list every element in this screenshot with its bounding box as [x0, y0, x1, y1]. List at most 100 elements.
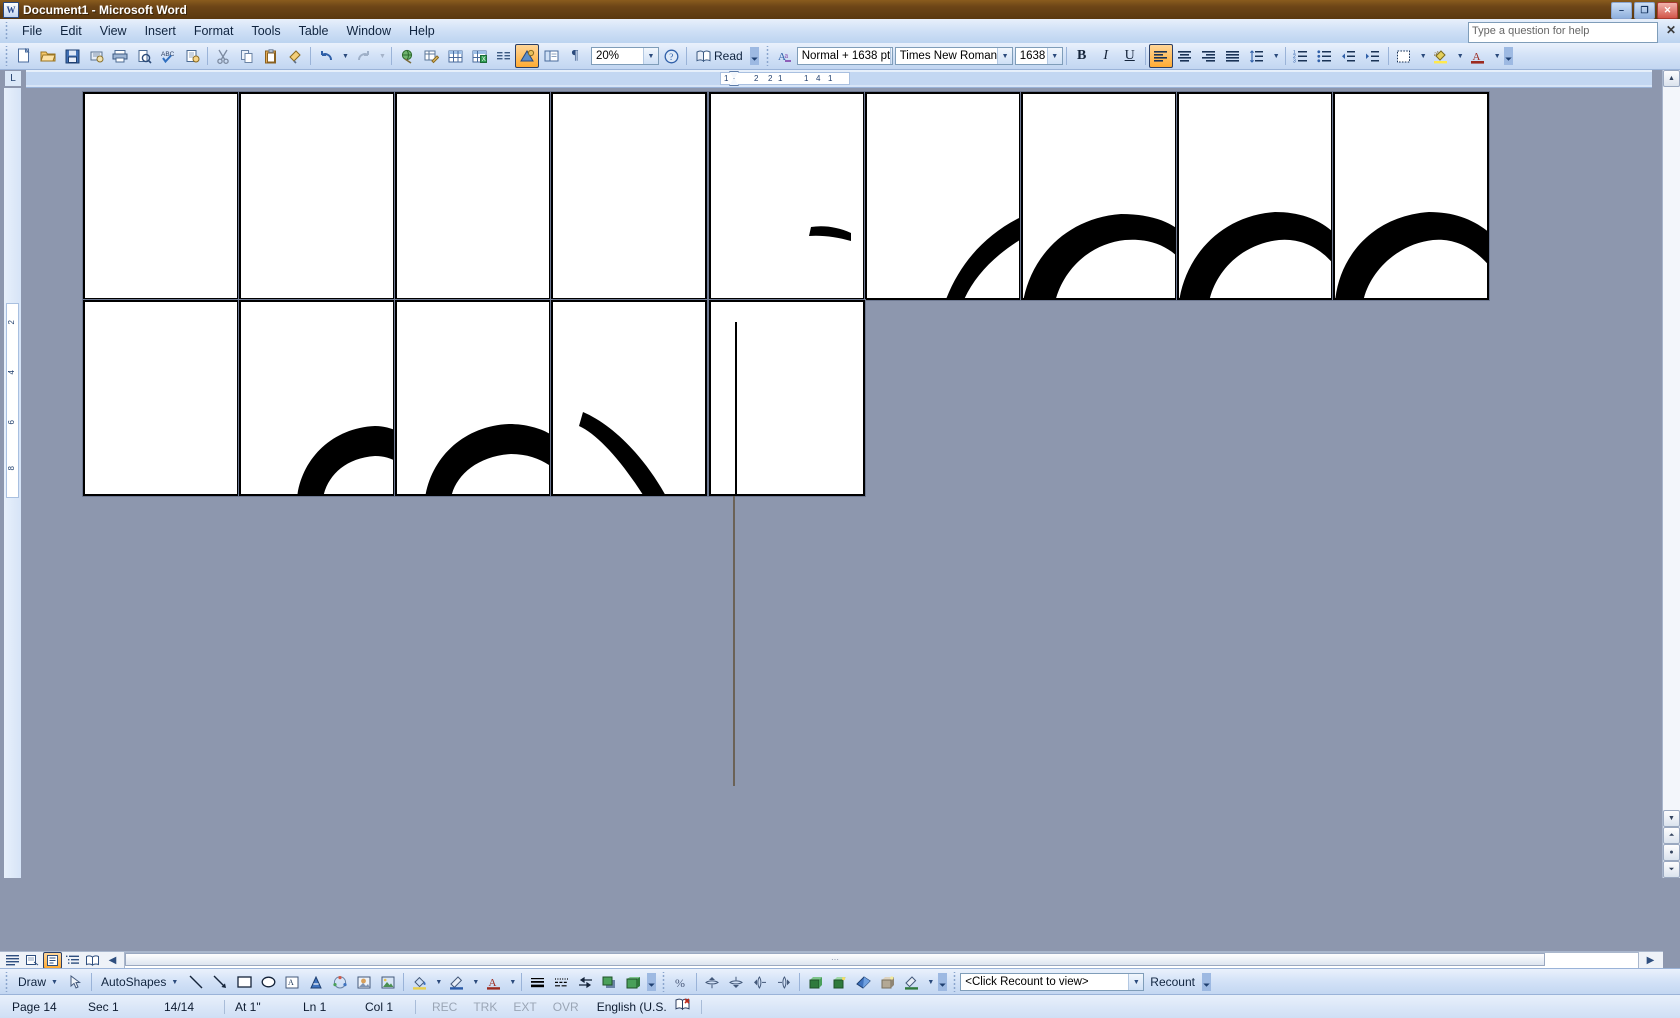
vertical-scrollbar[interactable]: ▲ ▼ ⏶ ● ⏷: [1662, 70, 1680, 878]
horizontal-scrollbar-row[interactable]: ◀ ⋯ ▶: [0, 951, 1663, 969]
columns-icon[interactable]: [491, 44, 515, 68]
show-formatting-marks-icon[interactable]: ¶: [563, 44, 587, 68]
outside-border-button[interactable]: [1392, 44, 1416, 68]
document-canvas[interactable]: [26, 88, 1652, 878]
word-count-combo[interactable]: <Click Recount to view> ▼: [960, 973, 1145, 991]
permission-icon[interactable]: [84, 44, 108, 68]
undo-dropdown-icon[interactable]: ▼: [338, 44, 351, 68]
word-count-dropdown-arrow[interactable]: ▼: [1128, 974, 1144, 990]
print-preview-icon[interactable]: [132, 44, 156, 68]
menu-edit[interactable]: Edit: [51, 21, 91, 41]
text-box-icon[interactable]: A: [280, 970, 304, 994]
3d-tilt-down-icon[interactable]: [724, 970, 748, 994]
bold-button[interactable]: B: [1070, 44, 1094, 68]
horizontal-scroll-thumb[interactable]: ⋯: [125, 953, 1545, 966]
document-page[interactable]: [83, 92, 239, 300]
standard-toolbar-options-icon[interactable]: [749, 44, 761, 68]
style-combo[interactable]: Normal + 1638 pt ▼: [796, 47, 893, 65]
font-color-button[interactable]: A: [1466, 44, 1490, 68]
document-page[interactable]: [83, 300, 239, 496]
document-page[interactable]: [709, 300, 865, 496]
numbering-button[interactable]: 123: [1289, 44, 1313, 68]
scroll-up-button[interactable]: ▲: [1663, 70, 1680, 87]
cut-icon[interactable]: [211, 44, 235, 68]
status-language[interactable]: English (U.S.: [593, 1000, 671, 1014]
3d-style-icon[interactable]: [621, 970, 645, 994]
font-size-combo[interactable]: 1638 ▼: [1014, 47, 1063, 65]
insert-picture-icon[interactable]: [376, 970, 400, 994]
document-page[interactable]: [551, 300, 707, 496]
3d-depth-icon[interactable]: [803, 970, 827, 994]
document-page[interactable]: [395, 92, 551, 300]
line-spacing-dropdown-icon[interactable]: ▼: [1269, 44, 1282, 68]
menu-bar-grip[interactable]: [2, 22, 11, 40]
align-right-button[interactable]: [1197, 44, 1221, 68]
spelling-status-icon[interactable]: [671, 998, 695, 1015]
document-page[interactable]: [239, 92, 395, 300]
read-button[interactable]: Read: [690, 45, 749, 67]
3d-toolbar-grip[interactable]: [660, 972, 668, 992]
document-page[interactable]: [1333, 92, 1489, 300]
undo-icon[interactable]: [314, 44, 338, 68]
bullets-button[interactable]: [1313, 44, 1337, 68]
open-icon[interactable]: [36, 44, 60, 68]
print-layout-view-button[interactable]: [43, 952, 62, 969]
font-name-dropdown-arrow[interactable]: ▼: [997, 48, 1012, 64]
line-spacing-button[interactable]: [1245, 44, 1269, 68]
menu-file[interactable]: File: [13, 21, 51, 41]
next-page-button[interactable]: ⏷: [1663, 861, 1680, 878]
document-page[interactable]: [1021, 92, 1177, 300]
status-at[interactable]: At 1": [231, 1000, 281, 1014]
status-ovr[interactable]: OVR: [549, 1000, 583, 1014]
decrease-indent-button[interactable]: [1337, 44, 1361, 68]
3d-color-icon[interactable]: [899, 970, 923, 994]
line-icon[interactable]: [184, 970, 208, 994]
3d-tilt-right-icon[interactable]: [772, 970, 796, 994]
3d-tilt-left-icon[interactable]: [748, 970, 772, 994]
document-page[interactable]: [865, 92, 1021, 300]
maximize-button[interactable]: ❐: [1634, 2, 1655, 19]
insert-hyperlink-icon[interactable]: [395, 44, 419, 68]
document-page[interactable]: [395, 300, 551, 496]
line-color-dropdown-icon[interactable]: ▼: [468, 970, 481, 994]
redo-icon[interactable]: [351, 44, 375, 68]
style-dropdown-arrow[interactable]: ▼: [890, 48, 892, 64]
word-count-percent-icon[interactable]: %: [669, 970, 693, 994]
recount-button[interactable]: Recount: [1144, 971, 1201, 993]
status-trk[interactable]: TRK: [469, 1000, 501, 1014]
vertical-scroll-track[interactable]: [1663, 87, 1680, 810]
ask-a-question-input[interactable]: Type a question for help: [1468, 22, 1658, 43]
align-left-button[interactable]: [1148, 44, 1173, 68]
menu-help[interactable]: Help: [400, 21, 444, 41]
previous-page-button[interactable]: ⏶: [1663, 827, 1680, 844]
styles-and-formatting-icon[interactable]: Aa: [773, 44, 797, 68]
minimize-button[interactable]: –: [1611, 2, 1632, 19]
status-ext[interactable]: EXT: [509, 1000, 540, 1014]
font-color-dropdown-icon[interactable]: ▼: [1490, 44, 1503, 68]
new-blank-document-icon[interactable]: [12, 44, 36, 68]
drawing-icon[interactable]: [515, 44, 539, 68]
status-section[interactable]: Sec 1: [84, 1000, 146, 1014]
arrow-icon[interactable]: [208, 970, 232, 994]
standard-toolbar-grip[interactable]: [3, 46, 10, 66]
print-icon[interactable]: [108, 44, 132, 68]
copy-icon[interactable]: [235, 44, 259, 68]
fill-color-dropdown-icon[interactable]: ▼: [431, 970, 444, 994]
normal-view-button[interactable]: [3, 952, 22, 969]
font-color-dropdown-icon[interactable]: ▼: [505, 970, 518, 994]
outline-view-button[interactable]: [63, 952, 82, 969]
menu-table[interactable]: Table: [290, 21, 338, 41]
justify-button[interactable]: [1221, 44, 1245, 68]
drawing-toolbar-grip[interactable]: [3, 972, 10, 992]
highlight-button[interactable]: ab: [1429, 44, 1453, 68]
rectangle-icon[interactable]: [232, 970, 256, 994]
close-document-button[interactable]: ✕: [1666, 23, 1676, 37]
redo-dropdown-icon[interactable]: ▼: [375, 44, 388, 68]
font-color-icon[interactable]: A: [481, 970, 505, 994]
line-style-icon[interactable]: [525, 970, 549, 994]
3d-color-dropdown-icon[interactable]: ▼: [923, 970, 936, 994]
status-page-count[interactable]: 14/14: [160, 1000, 218, 1014]
arrow-style-icon[interactable]: [573, 970, 597, 994]
document-page[interactable]: [1177, 92, 1333, 300]
status-page[interactable]: Page 14: [8, 1000, 74, 1014]
